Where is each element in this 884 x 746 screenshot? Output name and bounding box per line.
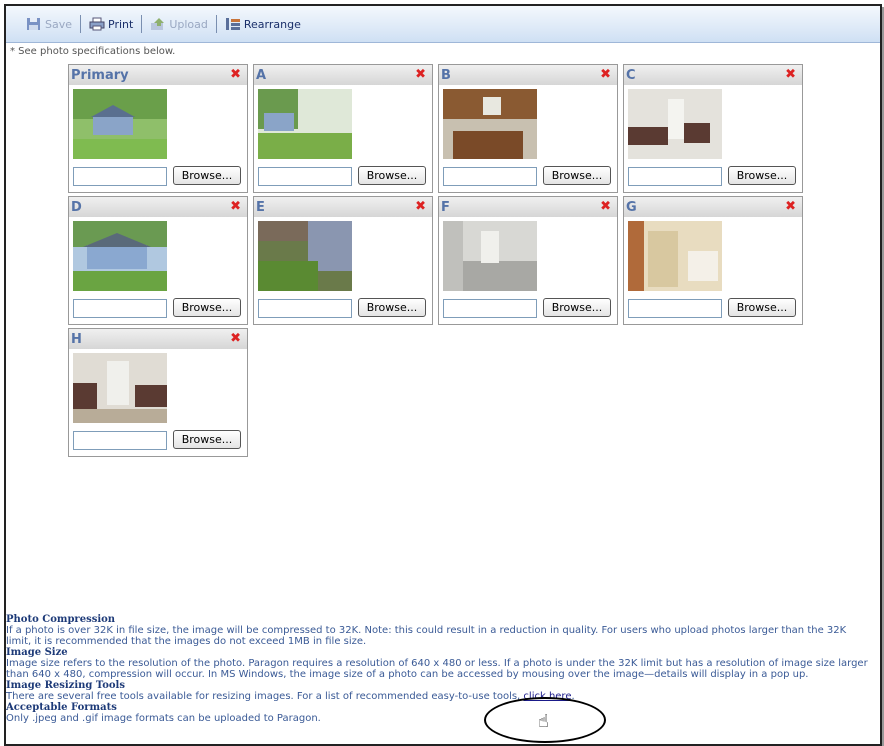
photo-slot-h: H ✖ Browse...: [68, 328, 248, 457]
upload-label: Upload: [169, 17, 208, 31]
file-path-input[interactable]: [73, 431, 167, 450]
slot-header: H ✖: [69, 329, 247, 349]
delete-icon[interactable]: ✖: [600, 67, 611, 82]
delete-icon[interactable]: ✖: [785, 67, 796, 82]
file-path-input[interactable]: [258, 167, 352, 186]
file-path-input[interactable]: [258, 299, 352, 318]
browse-button[interactable]: Browse...: [358, 166, 426, 185]
photo-slot-g: G ✖ Browse...: [623, 196, 803, 325]
toolbar-divider: [80, 15, 82, 33]
slot-header: E ✖: [254, 197, 432, 217]
toolbar: Save Print Upload Rearrange: [6, 6, 880, 43]
delete-icon[interactable]: ✖: [230, 331, 241, 346]
slot-label: G: [626, 200, 637, 215]
slot-label: Primary: [71, 68, 129, 83]
print-label: Print: [108, 17, 134, 31]
image-size-heading: Image Size: [6, 647, 68, 658]
compression-heading: Photo Compression: [6, 614, 116, 625]
photo-thumbnail: [258, 221, 352, 291]
floppy-disk-icon: [27, 18, 40, 30]
slot-label: C: [626, 68, 636, 83]
delete-icon[interactable]: ✖: [230, 67, 241, 82]
browse-button[interactable]: Browse...: [173, 298, 241, 317]
file-path-input[interactable]: [443, 299, 537, 318]
browse-button[interactable]: Browse...: [358, 298, 426, 317]
upload-icon: [151, 18, 165, 30]
photo-slot-f: F ✖ Browse...: [438, 196, 618, 325]
photo-thumbnail: [443, 221, 537, 291]
print-button[interactable]: Print: [85, 17, 137, 31]
photo-slot-a: A ✖ Browse...: [253, 64, 433, 193]
photo-thumbnail: [73, 221, 167, 291]
photo-slot-d: D ✖ Browse...: [68, 196, 248, 325]
slot-label: A: [256, 68, 267, 83]
slot-label: H: [71, 332, 82, 347]
photo-specifications: Photo Compression If a photo is over 32K…: [6, 614, 872, 724]
browse-button[interactable]: Browse...: [728, 298, 796, 317]
browse-button[interactable]: Browse...: [728, 166, 796, 185]
photo-thumbnail: [73, 353, 167, 423]
photo-thumbnail: [443, 89, 537, 159]
resizing-tools-heading: Image Resizing Tools: [6, 680, 125, 691]
browse-button[interactable]: Browse...: [173, 166, 241, 185]
photo-thumbnail: [73, 89, 167, 159]
delete-icon[interactable]: ✖: [415, 199, 426, 214]
image-size-text: Image size refers to the resolution of t…: [6, 658, 868, 680]
rearrange-button[interactable]: Rearrange: [221, 17, 305, 31]
slot-label: B: [441, 68, 451, 83]
photo-slot-e: E ✖ Browse...: [253, 196, 433, 325]
printer-icon: [89, 17, 105, 31]
toolbar-divider: [141, 15, 143, 33]
photo-thumbnail: [628, 89, 722, 159]
delete-icon[interactable]: ✖: [415, 67, 426, 82]
hand-cursor-icon: ☝: [538, 711, 549, 732]
delete-icon[interactable]: ✖: [600, 199, 611, 214]
photo-thumbnail: [628, 221, 722, 291]
formats-heading: Acceptable Formats: [6, 702, 117, 713]
photo-slot-b: B ✖ Browse...: [438, 64, 618, 193]
resizing-tools-text: There are several free tools available f…: [6, 691, 575, 702]
slot-header: B ✖: [439, 65, 617, 85]
slot-label: D: [71, 200, 82, 215]
delete-icon[interactable]: ✖: [230, 199, 241, 214]
photo-slot-primary: Primary ✖ Browse...: [68, 64, 248, 193]
browse-button[interactable]: Browse...: [543, 166, 611, 185]
slot-header: A ✖: [254, 65, 432, 85]
browse-button[interactable]: Browse...: [173, 430, 241, 449]
slot-header: D ✖: [69, 197, 247, 217]
slot-header: C ✖: [624, 65, 802, 85]
toolbar-divider: [215, 15, 217, 33]
browse-button[interactable]: Browse...: [543, 298, 611, 317]
rearrange-icon: [225, 18, 240, 30]
formats-text: Only .jpeg and .gif image formats can be…: [6, 713, 321, 724]
compression-text: If a photo is over 32K in file size, the…: [6, 625, 847, 647]
file-path-input[interactable]: [73, 167, 167, 186]
slot-label: E: [256, 200, 265, 215]
file-path-input[interactable]: [443, 167, 537, 186]
save-button[interactable]: Save: [22, 17, 76, 31]
file-path-input[interactable]: [628, 299, 722, 318]
photo-thumbnail: [258, 89, 352, 159]
spec-note: * See photo specifications below.: [10, 46, 176, 57]
file-path-input[interactable]: [73, 299, 167, 318]
slot-header: Primary ✖: [69, 65, 247, 85]
slot-label: F: [441, 200, 450, 215]
resizing-tools-sentence: There are several free tools available f…: [6, 691, 521, 702]
file-path-input[interactable]: [628, 167, 722, 186]
slot-header: F ✖: [439, 197, 617, 217]
upload-button[interactable]: Upload: [146, 17, 212, 31]
slot-header: G ✖: [624, 197, 802, 217]
photo-slot-c: C ✖ Browse...: [623, 64, 803, 193]
rearrange-label: Rearrange: [243, 17, 301, 31]
save-label: Save: [45, 17, 73, 31]
delete-icon[interactable]: ✖: [785, 199, 796, 214]
